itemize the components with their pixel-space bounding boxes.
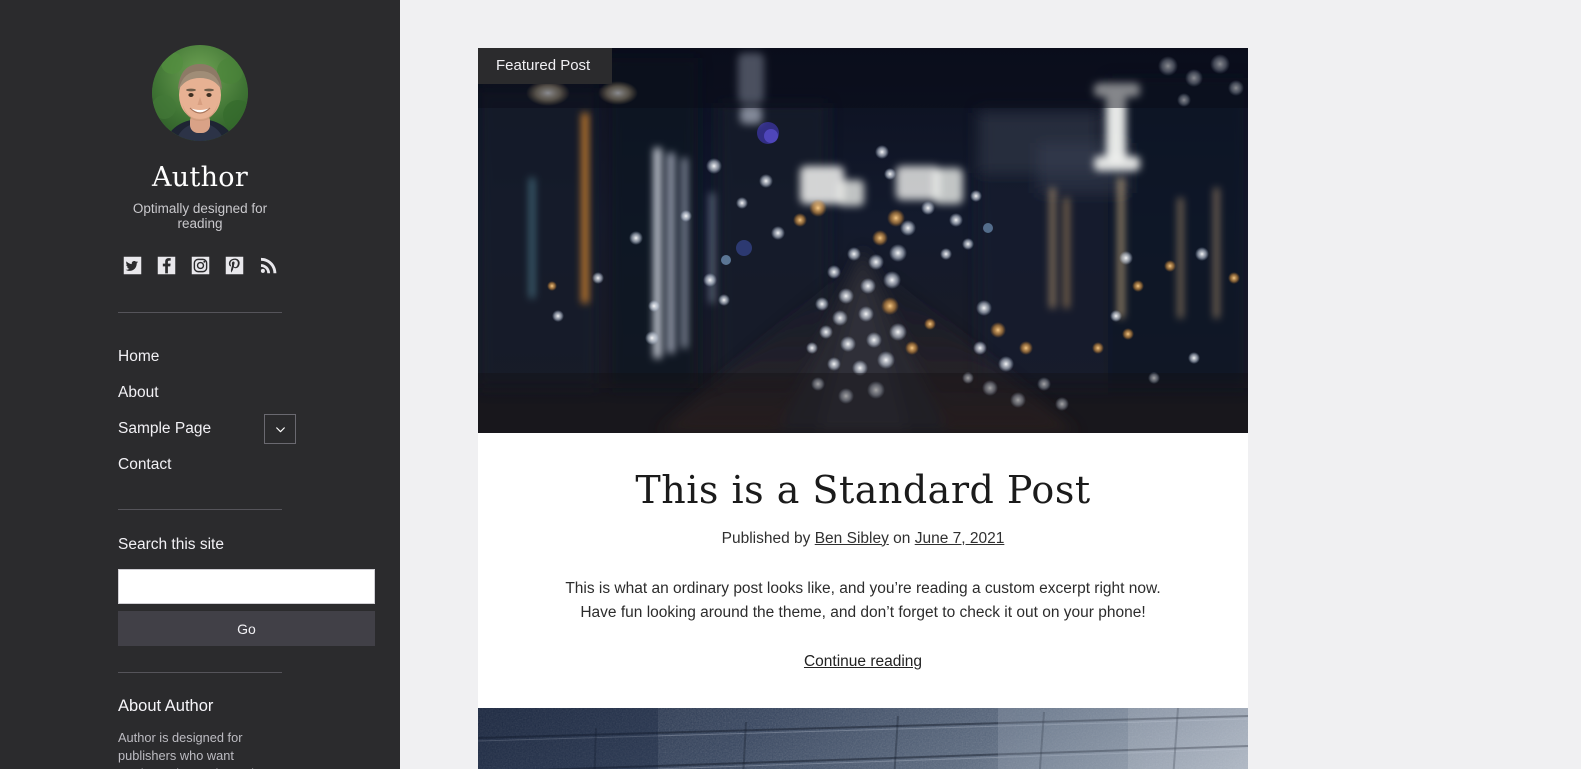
search-input[interactable]	[118, 569, 375, 604]
post-meta-prefix: Published by	[721, 529, 811, 547]
continue-reading-link[interactable]: Continue reading	[804, 653, 922, 671]
sidebar: Author Optimally designed for reading Ho…	[0, 0, 400, 769]
nav-link-sample-page[interactable]: Sample Page	[118, 420, 211, 438]
featured-post-body: This is a Standard Post Published by Ben…	[478, 433, 1248, 711]
nav-item-sample-page[interactable]: Sample Page	[118, 411, 296, 447]
sidebar-divider-top	[118, 312, 282, 313]
post-meta: Published by Ben Sibley on June 7, 2021	[538, 530, 1188, 548]
about-widget-text: Author is designed for publishers who wa…	[118, 730, 270, 769]
primary-navigation: Home About Sample Page Contact	[118, 339, 296, 483]
site-title: Author	[151, 162, 249, 193]
about-widget-title: About Author	[118, 697, 214, 715]
post-meta-join: on	[893, 529, 911, 547]
second-post-image[interactable]	[478, 708, 1248, 769]
nav-link-about[interactable]: About	[118, 384, 159, 402]
instagram-icon[interactable]	[190, 255, 211, 276]
avatar	[152, 45, 248, 141]
nav-item-about[interactable]: About	[118, 375, 282, 411]
post-date-link[interactable]: June 7, 2021	[915, 530, 1005, 547]
social-links	[118, 255, 282, 276]
sidebar-divider-mid	[118, 509, 282, 510]
twitter-icon[interactable]	[122, 255, 143, 276]
featured-post-card: Featured Post This is a Standard Post Pu…	[478, 48, 1248, 711]
featured-post-badge: Featured Post	[478, 48, 613, 84]
pinterest-icon[interactable]	[224, 255, 245, 276]
sidebar-divider-bottom	[118, 672, 282, 673]
nav-link-home[interactable]: Home	[118, 348, 159, 366]
search-widget-title: Search this site	[118, 536, 224, 553]
nav-item-home[interactable]: Home	[118, 339, 282, 375]
page-root: Author Optimally designed for reading Ho…	[0, 0, 1581, 769]
site-tagline: Optimally designed for reading	[132, 201, 268, 231]
nav-item-contact[interactable]: Contact	[118, 447, 282, 483]
submenu-toggle-button[interactable]	[264, 414, 296, 444]
main-content: Featured Post This is a Standard Post Pu…	[400, 0, 1581, 769]
second-post-card	[478, 708, 1248, 769]
search-submit-button[interactable]: Go	[118, 611, 375, 646]
chevron-down-icon	[275, 426, 285, 432]
rss-icon[interactable]	[258, 255, 279, 276]
search-form: Go	[118, 569, 375, 646]
post-excerpt: This is what an ordinary post looks like…	[565, 579, 1161, 621]
post-author-link[interactable]: Ben Sibley	[815, 530, 889, 547]
facebook-icon[interactable]	[156, 255, 177, 276]
post-title[interactable]: This is a Standard Post	[538, 469, 1188, 512]
featured-post-image[interactable]: Featured Post	[478, 48, 1248, 433]
nav-link-contact[interactable]: Contact	[118, 456, 171, 474]
